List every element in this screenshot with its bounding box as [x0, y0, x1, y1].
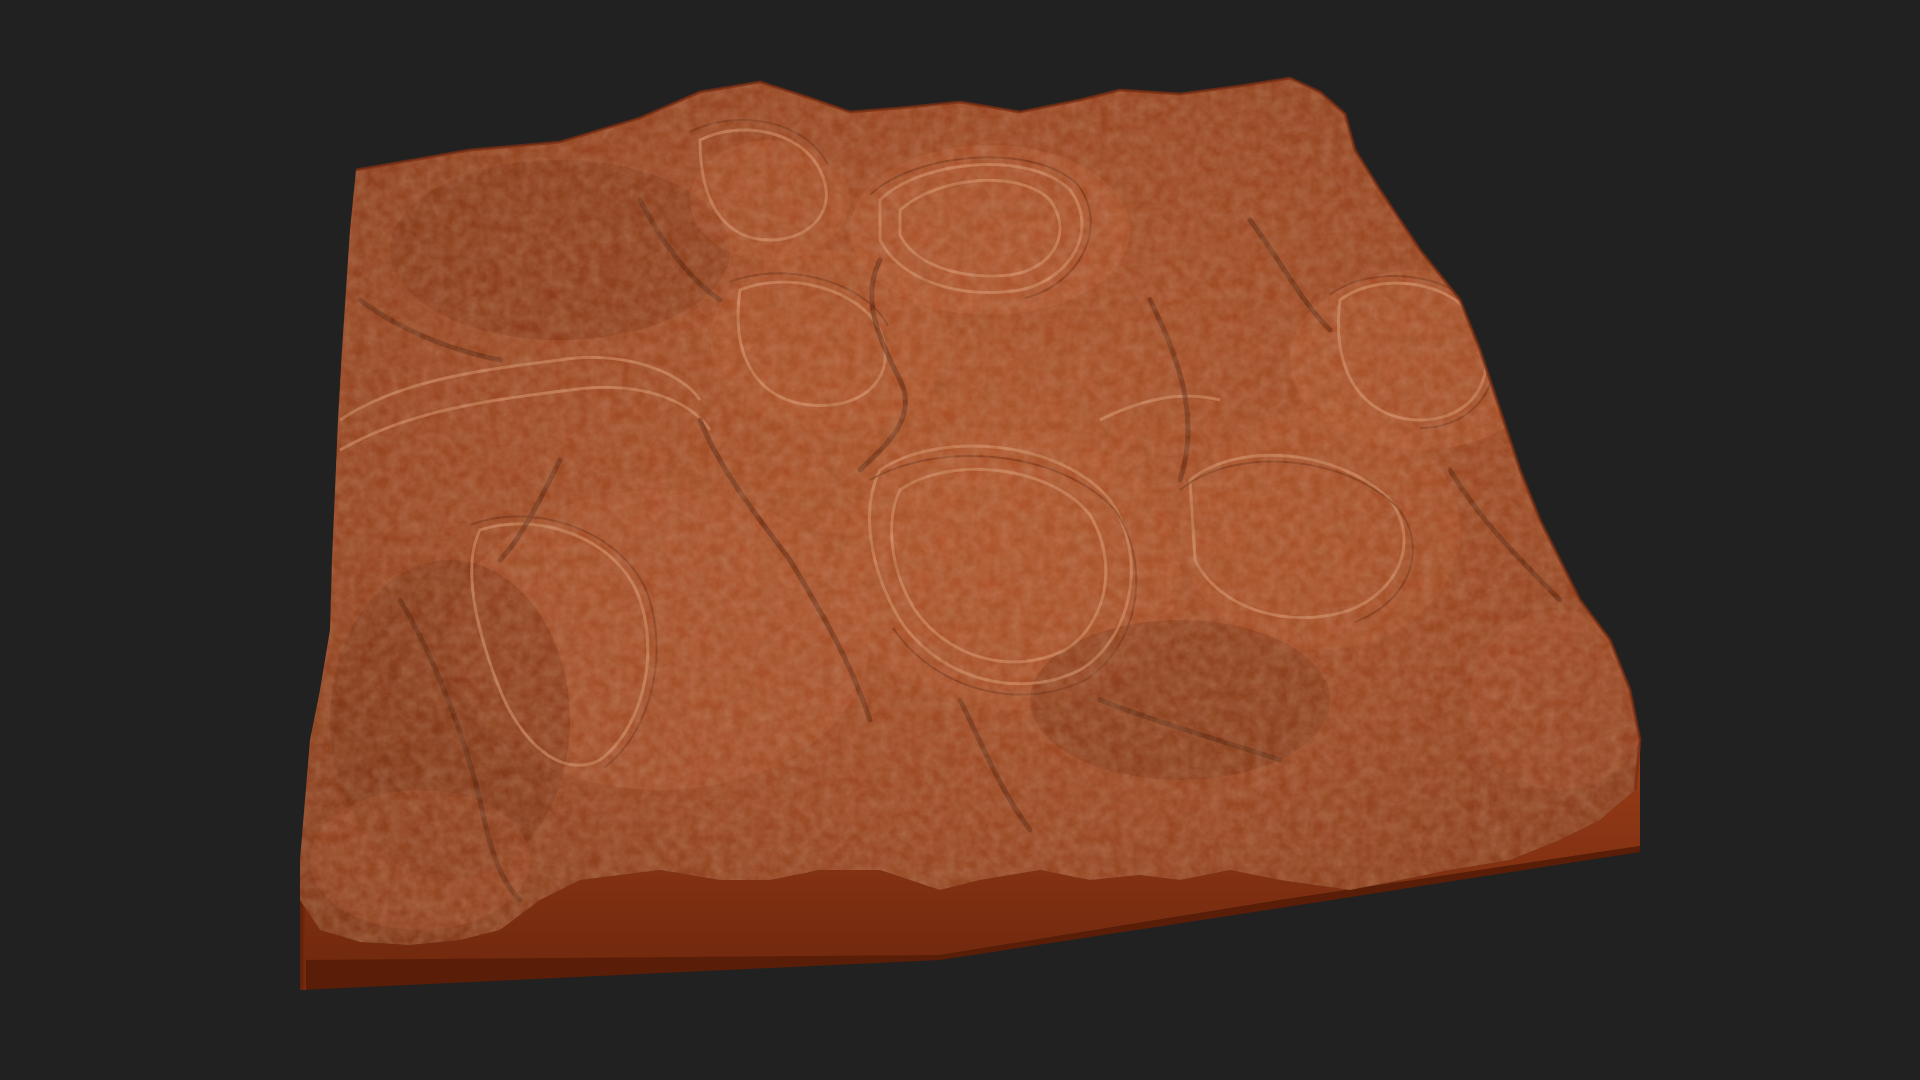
- render-viewport: [0, 0, 1920, 1080]
- terrain-relief: [300, 78, 1640, 945]
- terrain-render: [300, 76, 1642, 990]
